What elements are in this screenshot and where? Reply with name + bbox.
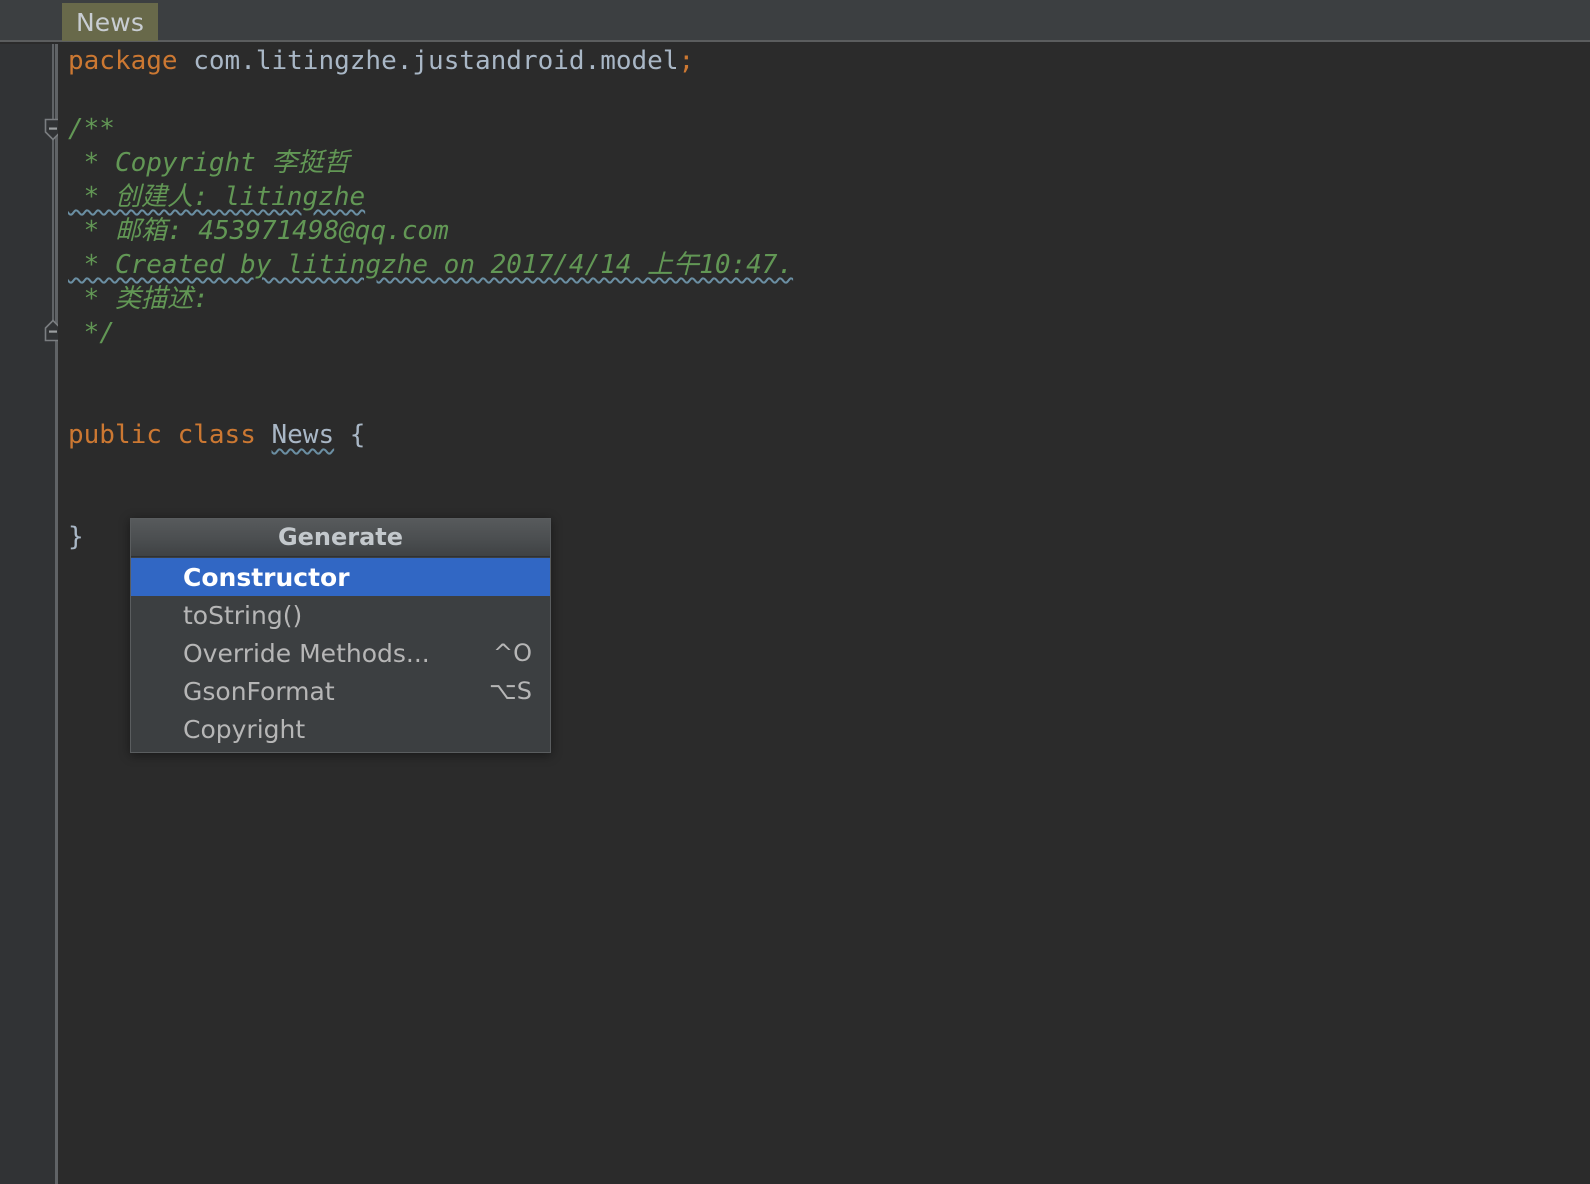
menu-item-override-methods[interactable]: Override Methods... ^O: [131, 634, 550, 672]
token-close-brace: }: [68, 522, 84, 552]
editor-tab-label: News: [76, 8, 144, 37]
code-line-comment-email[interactable]: * 邮箱: 453971498@qq.com: [58, 214, 1588, 248]
token-comment-open: /**: [68, 114, 115, 144]
code-line-comment-author[interactable]: * 创建人: litingzhe: [58, 180, 1588, 214]
token-comment-close: */: [68, 318, 115, 348]
menu-item-label: Override Methods...: [183, 639, 473, 668]
generate-popup-title: Generate: [131, 519, 550, 557]
editor-tab-bar: News: [0, 0, 1590, 42]
menu-item-label: GsonFormat: [183, 677, 469, 706]
token-comment-copyright: * Copyright 李挺哲: [68, 148, 350, 178]
code-line-blank-2: [58, 350, 1588, 384]
code-line-blank-1: [58, 78, 1588, 112]
current-line-gutter-highlight: [0, 486, 55, 518]
token-package-name: com.litingzhe.justandroid.model: [193, 46, 678, 76]
menu-item-gsonformat[interactable]: GsonFormat ⌥S: [131, 672, 550, 710]
token-comment-desc: * 类描述:: [68, 284, 209, 314]
code-line-package[interactable]: package com.litingzhe.justandroid.model;: [58, 44, 1588, 78]
menu-item-label: toString(): [183, 601, 512, 630]
code-line-blank-3: [58, 384, 1588, 418]
code-line-comment-open[interactable]: /**: [58, 112, 1588, 146]
menu-item-shortcut: ⌥S: [469, 677, 532, 705]
code-line-class-decl[interactable]: public class News {: [58, 418, 1588, 452]
token-semicolon: ;: [679, 46, 695, 76]
token-public-keyword: public: [68, 420, 162, 450]
menu-item-copyright[interactable]: Copyright: [131, 710, 550, 748]
token-comment-author: * 创建人: litingzhe: [68, 182, 365, 212]
menu-item-tostring[interactable]: toString(): [131, 596, 550, 634]
editor-tab-news[interactable]: News: [62, 3, 158, 41]
menu-item-label: Copyright: [183, 715, 512, 744]
token-class-keyword: class: [178, 420, 256, 450]
token-comment-created: * Created by litingzhe on 2017/4/14 上午10…: [68, 250, 793, 280]
code-line-blank-5: [58, 486, 1588, 520]
menu-item-shortcut: ^O: [473, 639, 532, 667]
token-class-name: News: [272, 420, 335, 450]
editor-gutter[interactable]: [0, 44, 55, 1184]
code-line-comment-close[interactable]: */: [58, 316, 1588, 350]
code-fold-region-line: [52, 44, 54, 336]
token-package-keyword: package: [68, 46, 178, 76]
token-comment-email: * 邮箱: 453971498@qq.com: [68, 216, 449, 246]
generate-popup: Generate Constructor toString() Override…: [130, 518, 551, 753]
ide-window: News package com.litingzhe.justandroid.m…: [0, 0, 1590, 1184]
generate-popup-list: Constructor toString() Override Methods.…: [131, 557, 550, 752]
menu-item-label: Constructor: [183, 563, 512, 592]
code-line-blank-4: [58, 452, 1588, 486]
code-line-comment-copyright[interactable]: * Copyright 李挺哲: [58, 146, 1588, 180]
code-line-comment-created[interactable]: * Created by litingzhe on 2017/4/14 上午10…: [58, 248, 1588, 282]
code-line-comment-desc[interactable]: * 类描述:: [58, 282, 1588, 316]
menu-item-constructor[interactable]: Constructor: [131, 558, 550, 596]
token-open-brace: {: [350, 420, 366, 450]
